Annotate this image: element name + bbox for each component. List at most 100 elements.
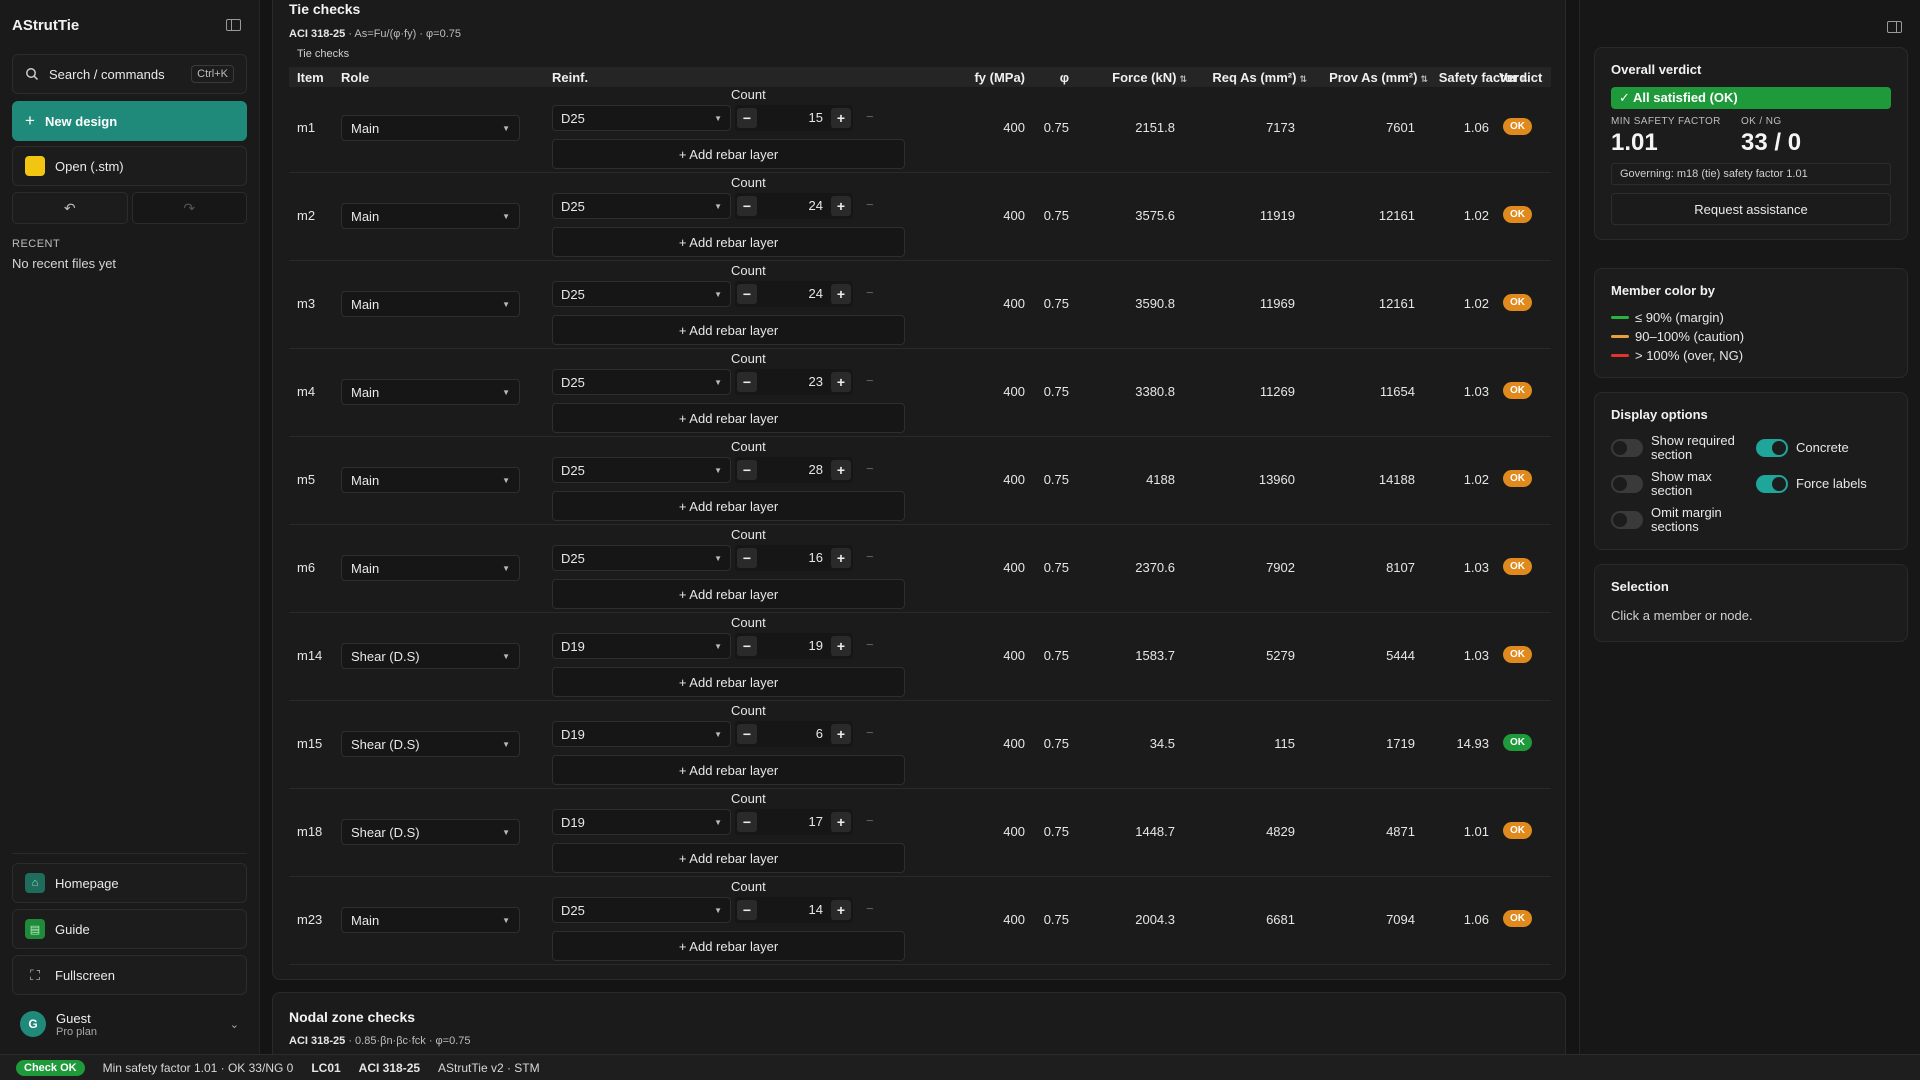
role-select[interactable]: Main ▼ — [341, 907, 520, 933]
bar-size-select[interactable]: D25 ▼ — [552, 457, 731, 483]
role-select[interactable]: Main ▼ — [341, 467, 520, 493]
increment-button[interactable]: + — [831, 812, 851, 832]
add-rebar-layer-button[interactable]: + Add rebar layer — [552, 403, 905, 433]
role-select[interactable]: Shear (D.S) ▼ — [341, 643, 520, 669]
bar-size-select[interactable]: D19 ▼ — [552, 721, 731, 747]
option-concrete[interactable]: Concrete — [1756, 434, 1901, 462]
remove-layer-icon[interactable]: − — [866, 901, 874, 916]
option-omit-margin[interactable]: Omit margin sections — [1611, 506, 1756, 534]
bar-size-value: D25 — [561, 902, 585, 918]
add-rebar-layer-button[interactable]: + Add rebar layer — [552, 579, 905, 609]
bar-size-select[interactable]: D25 ▼ — [552, 193, 731, 219]
count-value[interactable]: 17 — [809, 814, 823, 829]
increment-button[interactable]: + — [831, 372, 851, 392]
role-select[interactable]: Main ▼ — [341, 203, 520, 229]
remove-layer-icon[interactable]: − — [866, 197, 874, 212]
count-value[interactable]: 15 — [809, 110, 823, 125]
remove-layer-icon[interactable]: − — [866, 461, 874, 476]
open-file-button[interactable]: Open (.stm) — [12, 146, 247, 186]
caret-down-icon: ▼ — [502, 299, 510, 309]
role-select[interactable]: Main ▼ — [341, 291, 520, 317]
request-assistance-button[interactable]: Request assistance — [1611, 193, 1891, 225]
increment-button[interactable]: + — [831, 900, 851, 920]
search-button[interactable]: Search / commands Ctrl+K — [12, 54, 247, 94]
decrement-button[interactable]: − — [737, 284, 757, 304]
role-select[interactable]: Main ▼ — [341, 379, 520, 405]
add-rebar-layer-button[interactable]: + Add rebar layer — [552, 491, 905, 521]
remove-layer-icon[interactable]: − — [866, 813, 874, 828]
count-value[interactable]: 14 — [809, 902, 823, 917]
bar-size-select[interactable]: D25 ▼ — [552, 369, 731, 395]
add-rebar-layer-button[interactable]: + Add rebar layer — [552, 931, 905, 961]
homepage-button[interactable]: ⌂ Homepage — [12, 863, 247, 903]
bar-size-select[interactable]: D25 ▼ — [552, 281, 731, 307]
decrement-button[interactable]: − — [737, 196, 757, 216]
decrement-button[interactable]: − — [737, 812, 757, 832]
remove-layer-icon[interactable]: − — [866, 549, 874, 564]
remove-layer-icon[interactable]: − — [866, 285, 874, 300]
bar-size-select[interactable]: D19 ▼ — [552, 633, 731, 659]
role-select[interactable]: Shear (D.S) ▼ — [341, 819, 520, 845]
option-show-max[interactable]: Show max section — [1611, 470, 1756, 498]
add-rebar-layer-button[interactable]: + Add rebar layer — [552, 139, 905, 169]
add-rebar-layer-button[interactable]: + Add rebar layer — [552, 315, 905, 345]
undo-button[interactable]: ↶ — [12, 192, 128, 224]
count-value[interactable]: 24 — [809, 198, 823, 213]
user-menu[interactable]: G Guest Pro plan ⌄ — [12, 1004, 247, 1044]
toggle-switch[interactable] — [1611, 475, 1643, 493]
count-value[interactable]: 28 — [809, 462, 823, 477]
guide-button[interactable]: ▤ Guide — [12, 909, 247, 949]
count-value[interactable]: 6 — [816, 726, 823, 741]
remove-layer-icon[interactable]: − — [866, 637, 874, 652]
bar-size-select[interactable]: D25 ▼ — [552, 105, 731, 131]
bar-size-select[interactable]: D19 ▼ — [552, 809, 731, 835]
bar-size-select[interactable]: D25 ▼ — [552, 545, 731, 571]
bar-size-select[interactable]: D25 ▼ — [552, 897, 731, 923]
role-select[interactable]: Shear (D.S) ▼ — [341, 731, 520, 757]
decrement-button[interactable]: − — [737, 372, 757, 392]
count-value[interactable]: 16 — [809, 550, 823, 565]
decrement-button[interactable]: − — [737, 636, 757, 656]
toggle-switch[interactable] — [1756, 475, 1788, 493]
decrement-button[interactable]: − — [737, 724, 757, 744]
decrement-button[interactable]: − — [737, 900, 757, 920]
decrement-button[interactable]: − — [737, 108, 757, 128]
new-design-button[interactable]: + New design — [12, 101, 247, 141]
remove-layer-icon[interactable]: − — [866, 109, 874, 124]
sidebar-toggle-icon[interactable] — [226, 19, 241, 31]
option-force-labels[interactable]: Force labels — [1756, 470, 1901, 498]
increment-button[interactable]: + — [831, 724, 851, 744]
option-show-required[interactable]: Show required section — [1611, 434, 1756, 462]
increment-button[interactable]: + — [831, 284, 851, 304]
increment-button[interactable]: + — [831, 460, 851, 480]
safety-factor-value: 1.06 — [1463, 120, 1489, 135]
remove-layer-icon[interactable]: − — [866, 373, 874, 388]
increment-button[interactable]: + — [831, 108, 851, 128]
add-rebar-layer-button[interactable]: + Add rebar layer — [552, 667, 905, 697]
fy-value: 400 — [1003, 384, 1025, 399]
toggle-switch[interactable] — [1611, 511, 1643, 529]
add-rebar-layer-button[interactable]: + Add rebar layer — [552, 755, 905, 785]
count-value[interactable]: 19 — [809, 638, 823, 653]
add-rebar-layer-button[interactable]: + Add rebar layer — [552, 843, 905, 873]
count-value[interactable]: 23 — [809, 374, 823, 389]
role-select[interactable]: Main ▼ — [341, 555, 520, 581]
right-panel-toggle-icon[interactable] — [1887, 21, 1902, 33]
nodal-formula-label: · 0.85·βn·βc·fck · φ=0.75 — [345, 1035, 471, 1047]
decrement-button[interactable]: − — [737, 548, 757, 568]
toggle-switch[interactable] — [1611, 439, 1643, 457]
redo-button[interactable]: ↷ — [131, 192, 247, 224]
force-value: 3575.6 — [1135, 208, 1175, 223]
nodal-checks-title: Nodal zone checks — [289, 1009, 416, 1025]
add-rebar-layer-button[interactable]: + Add rebar layer — [552, 227, 905, 257]
role-select[interactable]: Main ▼ — [341, 115, 520, 141]
count-stepper: − 17 + — [735, 809, 853, 835]
increment-button[interactable]: + — [831, 636, 851, 656]
remove-layer-icon[interactable]: − — [866, 725, 874, 740]
toggle-switch[interactable] — [1756, 439, 1788, 457]
increment-button[interactable]: + — [831, 548, 851, 568]
count-value[interactable]: 24 — [809, 286, 823, 301]
decrement-button[interactable]: − — [737, 460, 757, 480]
increment-button[interactable]: + — [831, 196, 851, 216]
fullscreen-button[interactable]: ⛶ Fullscreen — [12, 955, 247, 995]
